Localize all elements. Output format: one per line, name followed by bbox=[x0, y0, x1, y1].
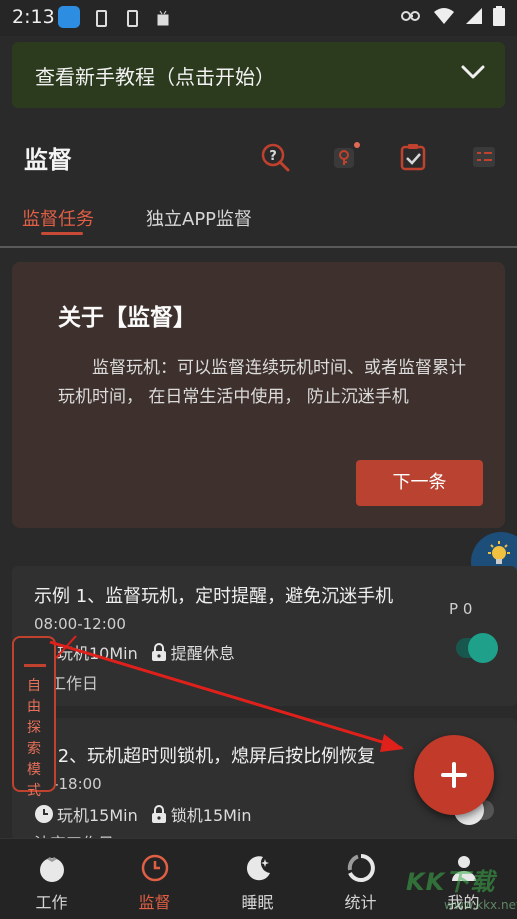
task-title: 示例 1、监督玩机，定时提醒，避免沉迷手机 bbox=[34, 586, 394, 607]
task-time: 08:00-12:00 bbox=[34, 615, 126, 633]
tab-active-indicator bbox=[41, 232, 83, 235]
nav-item-work[interactable]: 工作 bbox=[0, 839, 103, 919]
cellular-signal-icon bbox=[466, 8, 482, 24]
tab-supervise-tasks[interactable]: 监督任务 bbox=[22, 205, 94, 231]
tag-bar bbox=[24, 664, 46, 667]
toggle-knob bbox=[468, 633, 498, 663]
stats-ring-icon bbox=[347, 854, 375, 882]
page-title: 监督 bbox=[24, 146, 72, 174]
site-watermark: KK下载 www.kkx.net bbox=[398, 860, 517, 919]
free-explore-mode-label: 自由探索模式 bbox=[27, 678, 41, 799]
tutorial-banner[interactable]: 查看新手教程（点击开始） bbox=[12, 42, 505, 108]
lock-icon bbox=[151, 643, 166, 661]
about-card-body: 监督玩机：可以监督连续玩机时间、或者监督累计玩机时间， 在日常生活中使用， 防止… bbox=[58, 358, 466, 407]
vpn-key-icon bbox=[401, 11, 420, 21]
nav-item-stats[interactable]: 统计 bbox=[309, 839, 412, 919]
nav-item-sleep[interactable]: 睡眠 bbox=[206, 839, 309, 919]
task-card[interactable]: 示例 1、监督玩机，定时提醒，避免沉迷手机 08:00-12:00 玩机10Mi… bbox=[12, 566, 517, 706]
wifi-icon bbox=[434, 8, 454, 24]
nav-label: 监督 bbox=[138, 893, 171, 912]
moon-icon bbox=[246, 856, 270, 881]
checklist-icon[interactable] bbox=[470, 142, 500, 172]
lightbulb-icon bbox=[488, 541, 510, 564]
sim-card-icon bbox=[96, 10, 107, 27]
task-play-duration: 玩机15Min bbox=[57, 806, 138, 825]
nav-item-supervise[interactable]: 监督 bbox=[103, 839, 206, 919]
about-card: 关于【监督】 监督玩机：可以监督连续玩机时间、或者监督累计玩机时间， 在日常生活… bbox=[12, 262, 505, 528]
task-rules: 玩机15Min 锁机15Min bbox=[34, 802, 264, 826]
watermark-brand: KK下载 bbox=[406, 868, 496, 896]
divider bbox=[0, 246, 517, 248]
chevron-down-icon[interactable] bbox=[461, 64, 485, 80]
clock-icon bbox=[35, 805, 53, 823]
free-explore-mode-tag[interactable]: 自由探索模式 bbox=[12, 636, 56, 799]
task-priority: P 0 bbox=[449, 600, 473, 618]
lock-icon bbox=[151, 805, 166, 823]
tab-bar: 监督任务 独立APP监督 bbox=[0, 200, 517, 248]
tomato-icon bbox=[40, 857, 64, 882]
task-enable-toggle[interactable] bbox=[456, 633, 498, 663]
status-time: 2:13 bbox=[12, 6, 55, 28]
battery-icon bbox=[493, 6, 505, 26]
clipboard-check-icon[interactable] bbox=[399, 142, 429, 172]
nav-label: 统计 bbox=[344, 893, 377, 912]
sim-card-icon bbox=[127, 10, 138, 27]
help-search-icon[interactable]: ? bbox=[260, 142, 290, 172]
lock-key-icon[interactable] bbox=[330, 142, 360, 172]
tutorial-banner-label: 查看新手教程（点击开始） bbox=[35, 65, 275, 89]
next-tip-button[interactable]: 下一条 bbox=[356, 460, 483, 506]
task-title: 例 2、玩机超时则锁机，熄屏后按比例恢复 bbox=[34, 746, 376, 767]
app-notification-icon bbox=[58, 6, 80, 28]
nav-label: 睡眠 bbox=[241, 893, 274, 912]
clock-icon bbox=[141, 854, 169, 882]
task-action: 提醒休息 bbox=[170, 644, 235, 663]
task-play-duration: 玩机10Min bbox=[57, 644, 138, 663]
task-rules: 玩机10Min 提醒休息 bbox=[34, 640, 247, 664]
watermark-url: www.kkx.net bbox=[444, 898, 517, 912]
tab-independent-app[interactable]: 独立APP监督 bbox=[146, 205, 252, 231]
android-icon bbox=[157, 10, 169, 26]
about-card-title: 关于【监督】 bbox=[58, 305, 196, 331]
nav-label: 工作 bbox=[35, 893, 68, 912]
svg-text:?: ? bbox=[269, 149, 277, 164]
plus-icon bbox=[452, 762, 456, 788]
add-task-button[interactable] bbox=[414, 735, 494, 815]
status-bar: 2:13 bbox=[0, 0, 517, 36]
task-action: 锁机15Min bbox=[170, 806, 252, 825]
